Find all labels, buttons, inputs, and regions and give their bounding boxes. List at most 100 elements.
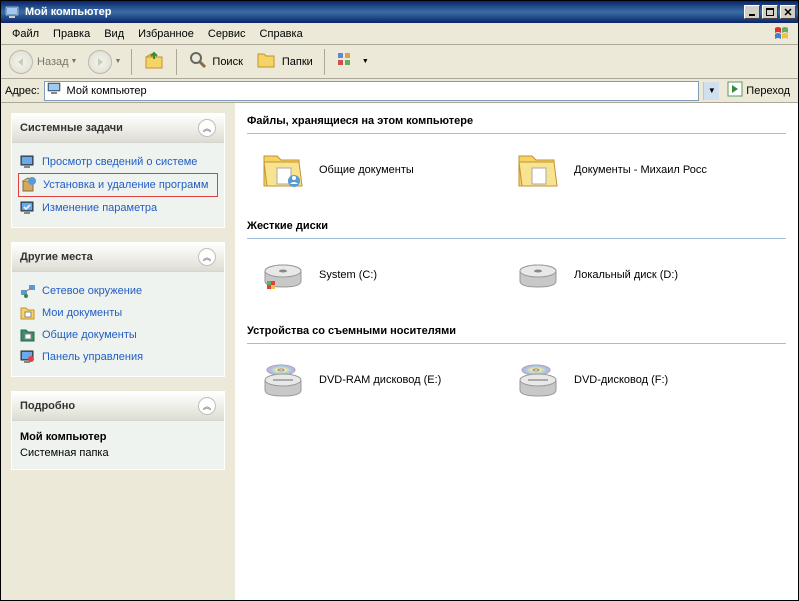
separator (131, 49, 132, 75)
search-label: Поиск (212, 56, 242, 68)
item-dvd-f[interactable]: DVD-дисковод (F:) (512, 354, 747, 406)
chevron-up-icon: ︽ (198, 397, 216, 415)
panel-body: Сетевое окружение Мои документы Общие до… (12, 272, 224, 376)
folder-docs-icon (20, 305, 36, 321)
main-view: Файлы, хранящиеся на этом компьютере Общ… (235, 103, 798, 600)
addressbar: Адрес: Мой компьютер ▼ Переход (1, 79, 798, 103)
forward-button[interactable]: ▼ (84, 48, 125, 76)
folders-label: Папки (282, 56, 313, 68)
menu-file[interactable]: Файл (5, 26, 46, 42)
address-field[interactable]: Мой компьютер (44, 81, 700, 101)
folder-large-icon (259, 146, 307, 194)
menu-view[interactable]: Вид (97, 26, 131, 42)
go-label: Переход (746, 85, 790, 97)
item-label: DVD-дисковод (F:) (574, 374, 668, 386)
place-my-documents[interactable]: Мои документы (18, 302, 218, 324)
section-header-files: Файлы, хранящиеся на этом компьютере (247, 111, 786, 134)
task-add-remove-programs[interactable]: Установка и удаление программ (18, 173, 218, 197)
hdd-icon (259, 251, 307, 299)
detail-type: Системная папка (18, 445, 218, 461)
maximize-button[interactable] (762, 5, 778, 19)
items-grid-files: Общие документы Документы - Михаил Росс (247, 144, 786, 196)
item-disk-d[interactable]: Локальный диск (D:) (512, 249, 747, 301)
panel-system-tasks: Системные задачи ︽ Просмотр сведений о с… (11, 113, 225, 228)
task-label: Изменение параметра (42, 202, 157, 214)
network-icon (20, 283, 36, 299)
item-disk-c[interactable]: System (C:) (257, 249, 492, 301)
control-panel-icon (20, 349, 36, 365)
toolbar: Назад ▼ ▼ Поиск Папки ▼ (1, 45, 798, 79)
panel-title: Другие места (20, 251, 93, 263)
panel-header-other-places[interactable]: Другие места ︽ (12, 243, 224, 272)
separator (324, 49, 325, 75)
windows-flag-icon (773, 25, 795, 43)
place-network[interactable]: Сетевое окружение (18, 280, 218, 302)
item-shared-documents[interactable]: Общие документы (257, 144, 492, 196)
back-button[interactable]: Назад ▼ (5, 48, 81, 76)
item-label: System (C:) (319, 269, 377, 281)
place-label: Общие документы (42, 329, 137, 341)
panel-header-system-tasks[interactable]: Системные задачи ︽ (12, 114, 224, 143)
forward-arrow-icon (88, 50, 112, 74)
item-user-documents[interactable]: Документы - Михаил Росс (512, 144, 747, 196)
box-programs-icon (21, 177, 37, 193)
panel-title: Подробно (20, 400, 75, 412)
minimize-button[interactable] (744, 5, 760, 19)
menu-edit[interactable]: Правка (46, 26, 97, 42)
panel-title: Системные задачи (20, 122, 123, 134)
search-button[interactable]: Поиск (183, 48, 247, 75)
monitor-check-icon (20, 200, 36, 216)
folder-shared-icon (20, 327, 36, 343)
close-button[interactable] (780, 5, 796, 19)
task-change-setting[interactable]: Изменение параметра (18, 197, 218, 219)
item-dvd-ram-e[interactable]: DVD-RAM дисковод (E:) (257, 354, 492, 406)
chevron-down-icon: ▼ (362, 58, 369, 65)
menu-tools[interactable]: Сервис (201, 26, 253, 42)
place-label: Мои документы (42, 307, 122, 319)
views-icon (336, 51, 356, 72)
menubar: Файл Правка Вид Избранное Сервис Справка (1, 23, 798, 45)
item-label: Документы - Михаил Росс (574, 164, 707, 176)
up-button[interactable] (138, 47, 170, 76)
chevron-down-icon: ▼ (114, 58, 121, 65)
item-label: Общие документы (319, 164, 414, 176)
separator (176, 49, 177, 75)
place-label: Панель управления (42, 351, 143, 363)
go-arrow-icon (727, 81, 743, 100)
items-grid-removable: DVD-RAM дисковод (E:) DVD-дисковод (F:) (247, 354, 786, 406)
folder-large-icon (514, 146, 562, 194)
place-control-panel[interactable]: Панель управления (18, 346, 218, 368)
dvd-drive-icon (514, 356, 562, 404)
place-shared-documents[interactable]: Общие документы (18, 324, 218, 346)
folder-up-icon (143, 49, 165, 74)
folders-button[interactable]: Папки (251, 48, 318, 75)
window-title: Мой компьютер (25, 6, 742, 18)
folders-icon (256, 50, 278, 73)
section-header-disks: Жесткие диски (247, 216, 786, 239)
back-label: Назад (37, 56, 69, 68)
search-icon (188, 50, 208, 73)
panel-other-places: Другие места ︽ Сетевое окружение Мои док… (11, 242, 225, 377)
panel-body: Просмотр сведений о системе Установка и … (12, 143, 224, 227)
task-system-info[interactable]: Просмотр сведений о системе (18, 151, 218, 173)
content-area: Системные задачи ︽ Просмотр сведений о с… (1, 103, 798, 600)
computer-icon (5, 6, 21, 19)
dvd-drive-icon (259, 356, 307, 404)
panel-header-details[interactable]: Подробно ︽ (12, 392, 224, 421)
address-dropdown[interactable]: ▼ (703, 82, 719, 100)
menu-favorites[interactable]: Избранное (131, 26, 201, 42)
computer-icon (47, 82, 63, 99)
titlebar: Мой компьютер (1, 1, 798, 23)
sidebar: Системные задачи ︽ Просмотр сведений о с… (1, 103, 235, 600)
go-button[interactable]: Переход (723, 79, 794, 102)
panel-details: Подробно ︽ Мой компьютер Системная папка (11, 391, 225, 470)
task-label: Просмотр сведений о системе (42, 156, 197, 168)
section-header-removable: Устройства со съемными носителями (247, 321, 786, 344)
task-label: Установка и удаление программ (43, 179, 208, 191)
chevron-up-icon: ︽ (198, 248, 216, 266)
menu-help[interactable]: Справка (253, 26, 310, 42)
views-button[interactable]: ▼ (331, 49, 374, 74)
hdd-icon (514, 251, 562, 299)
detail-name: Мой компьютер (18, 429, 218, 445)
chevron-down-icon: ▼ (71, 58, 78, 65)
